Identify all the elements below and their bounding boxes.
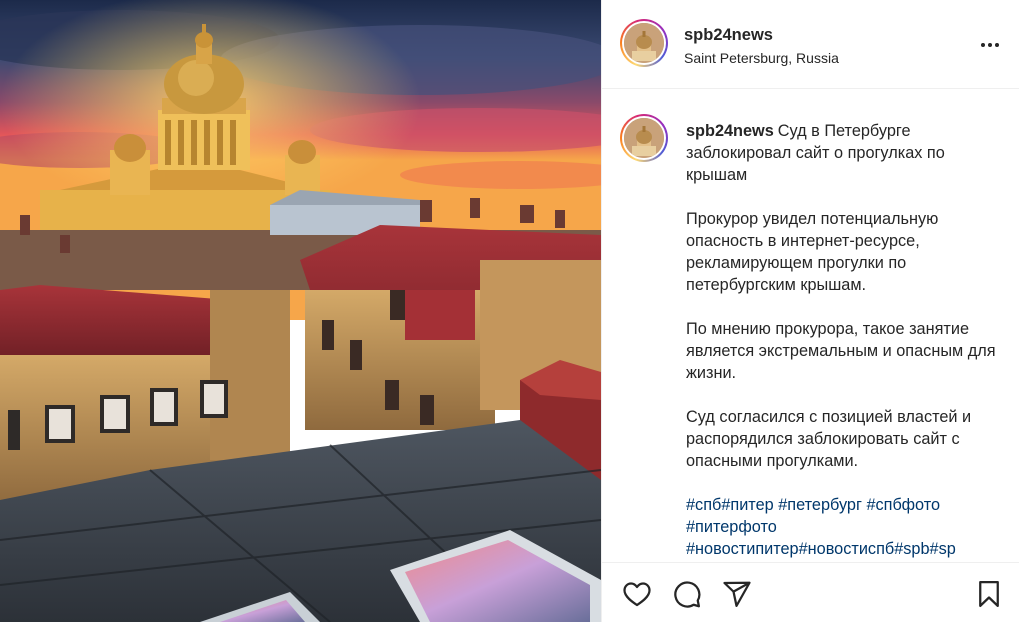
hashtag-link[interactable]: #sp — [930, 540, 956, 558]
hashtag-link[interactable]: #питерфото — [686, 518, 777, 536]
post-side-panel: spb24news Saint Petersburg, Russia spb24… — [601, 0, 1019, 622]
bookmark-icon[interactable] — [974, 579, 1004, 609]
avatar-image — [624, 23, 664, 63]
caption-avatar[interactable] — [620, 114, 668, 162]
avatar-image — [624, 118, 664, 158]
hashtag-link[interactable]: #spb — [894, 540, 929, 558]
paper-plane-icon[interactable] — [722, 579, 752, 609]
comment-icon[interactable] — [672, 579, 702, 609]
hashtag-link[interactable]: #спб — [686, 496, 721, 514]
post-action-bar — [602, 562, 1019, 622]
post-photo[interactable] — [0, 0, 601, 622]
caption-paragraph: Прокурор увидел потенциальную опасность … — [686, 210, 939, 294]
caption-paragraph: Суд согласился с позицией властей и расп… — [686, 408, 972, 470]
post-caption: spb24news Суд в Петербурге заблокировал с… — [602, 90, 1019, 563]
instagram-post: spb24news Saint Petersburg, Russia spb24… — [0, 0, 1019, 622]
cathedral-avatar-icon — [624, 118, 664, 158]
hashtag-link[interactable]: #новостиспб — [799, 540, 895, 558]
post-header: spb24news Saint Petersburg, Russia — [602, 0, 1019, 89]
rooftops-photo — [0, 0, 601, 622]
hashtags-line: #новостипитер#новостиспб#spb#sp — [686, 538, 1002, 560]
hashtags-line: #питерфото — [686, 516, 1002, 538]
hashtag-link[interactable]: #петербург — [774, 496, 862, 514]
hashtags: #спб#питер #петербург #спбфото #питерфот… — [686, 494, 1002, 560]
cathedral-avatar-icon — [624, 23, 664, 63]
hashtags-line: #спб#питер #петербург #спбфото — [686, 494, 1002, 516]
post-location[interactable]: Saint Petersburg, Russia — [684, 50, 839, 66]
more-options-icon[interactable] — [978, 33, 1002, 57]
post-author-username[interactable]: spb24news — [684, 26, 773, 45]
caption-text: spb24news Суд в Петербурге заблокировал с… — [686, 120, 1002, 560]
hashtag-link[interactable]: #новостипитер — [686, 540, 799, 558]
heart-icon[interactable] — [622, 579, 652, 609]
hashtag-link[interactable]: #спбфото — [862, 496, 940, 514]
caption-username[interactable]: spb24news — [686, 122, 774, 140]
hashtag-link[interactable]: #питер — [721, 496, 773, 514]
avatar[interactable] — [620, 19, 668, 67]
avatar-ring — [622, 116, 666, 160]
caption-headline-block: spb24news Суд в Петербурге заблокировал с… — [686, 120, 1002, 186]
avatar-ring — [622, 21, 666, 65]
caption-paragraph: По мнению прокурора, такое занятие являе… — [686, 320, 996, 382]
